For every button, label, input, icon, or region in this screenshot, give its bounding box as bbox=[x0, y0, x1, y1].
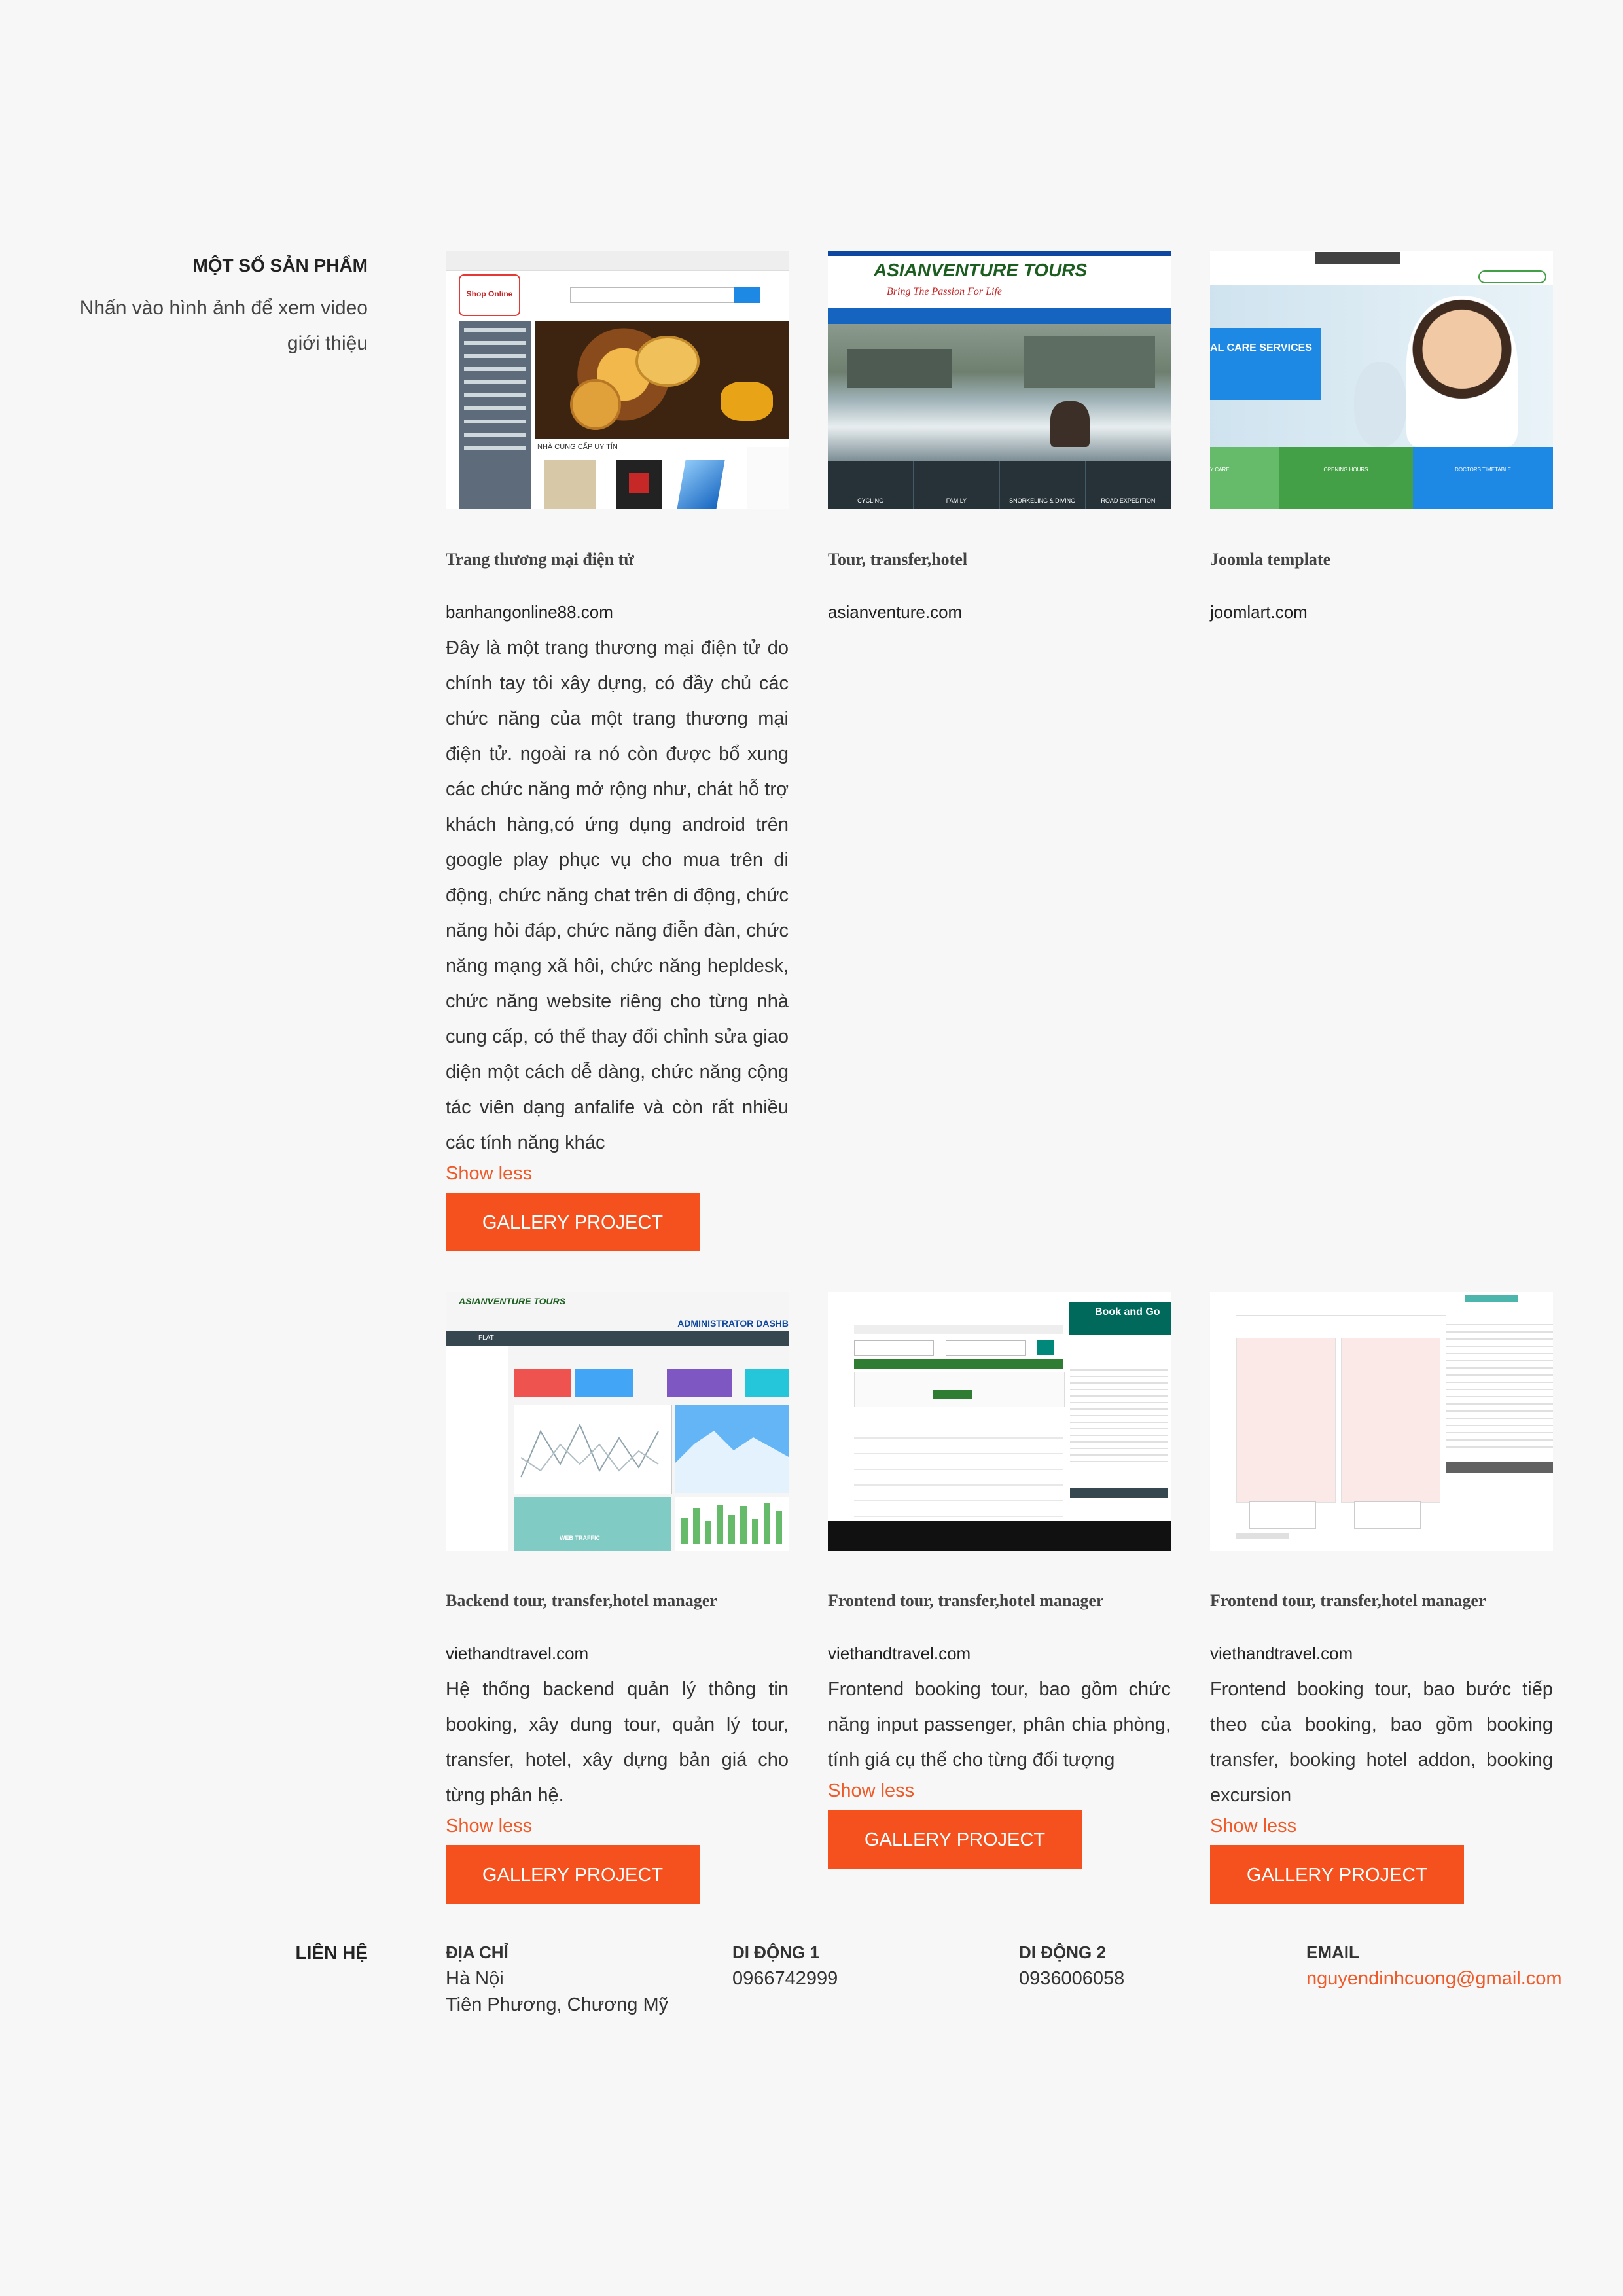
products-section-title: MỘT SỐ SẢN PHẨM bbox=[192, 255, 368, 276]
contact-mobile2: DI ĐỘNG 2 0936006058 bbox=[1019, 1943, 1281, 1992]
product-site: banhangonline88.com bbox=[446, 602, 613, 622]
contact-address: ĐỊA CHỈ Hà Nội Tiên Phương, Chương Mỹ bbox=[446, 1943, 721, 2018]
product-title: Tour, transfer,hotel bbox=[828, 550, 968, 569]
product-title: Frontend tour, transfer,hotel manager bbox=[1210, 1591, 1486, 1610]
admin-dashboard-heading: ADMINISTRATOR DASHB bbox=[677, 1318, 789, 1329]
thumb-tab-road: ROAD EXPEDITION bbox=[1101, 497, 1156, 504]
gallery-project-button[interactable]: GALLERY PROJECT bbox=[446, 1845, 700, 1904]
opening-hours-panel: OPENING HOURS bbox=[1279, 447, 1413, 509]
product-site: viethandtravel.com bbox=[828, 1643, 971, 1663]
product-title: Backend tour, transfer,hotel manager bbox=[446, 1591, 717, 1610]
backend-logo: ASIANVENTURE TOURS bbox=[459, 1296, 566, 1306]
show-less-link[interactable]: Show less bbox=[1210, 1816, 1553, 1837]
book-and-go-logo: Book and Go bbox=[1069, 1302, 1171, 1335]
product-card-asianventure: ASIANVENTURE TOURS Bring The Passion For… bbox=[828, 251, 1171, 622]
product-thumbnail-ecommerce[interactable]: Shop Online NHÀ CUNG CẤP UY TÍN bbox=[446, 251, 789, 509]
mobile2-value[interactable]: 0936006058 bbox=[1019, 1965, 1281, 1992]
show-less-link[interactable]: Show less bbox=[446, 1816, 789, 1837]
product-card-frontend-booking: Book and Go Frontend tour, transfer,hote… bbox=[828, 1292, 1171, 1869]
care-services-heading: AL CARE SERVICES bbox=[1210, 342, 1312, 353]
email-link[interactable]: nguyendinhcuong@gmail.com bbox=[1306, 1965, 1607, 1992]
product-site: joomlart.com bbox=[1210, 602, 1308, 622]
thumb-tab-cycling: CYCLING bbox=[828, 461, 914, 509]
product-card-joomla: AL CARE SERVICES Y CARE OPENING HOURS DO… bbox=[1210, 251, 1553, 622]
web-traffic-tile: WEB TRAFFIC bbox=[514, 1497, 671, 1551]
supplier-label: NHÀ CUNG CẤP UY TÍN bbox=[537, 443, 618, 451]
mobile1-label: DI ĐỘNG 1 bbox=[732, 1943, 819, 1962]
product-description: Hệ thống backend quản lý thông tin booki… bbox=[446, 1679, 789, 1806]
doctors-timetable-panel: DOCTORS TIMETABLE bbox=[1413, 447, 1553, 509]
asianventure-logo: ASIANVENTURE TOURS bbox=[874, 260, 1088, 280]
show-less-link[interactable]: Show less bbox=[446, 1163, 789, 1185]
product-thumbnail-asianventure[interactable]: ASIANVENTURE TOURS Bring The Passion For… bbox=[828, 251, 1171, 509]
address-line2: Tiên Phương, Chương Mỹ bbox=[446, 1994, 669, 2015]
product-description: Frontend booking tour, bao gồm chức năng… bbox=[828, 1679, 1171, 1770]
email-label: EMAIL bbox=[1306, 1943, 1359, 1962]
product-title: Frontend tour, transfer,hotel manager bbox=[828, 1591, 1104, 1610]
product-card-backend: ASIANVENTURE TOURS ADMINISTRATOR DASHB F… bbox=[446, 1292, 789, 1904]
product-site: viethandtravel.com bbox=[446, 1643, 589, 1663]
product-description: Đây là một trang thương mại điện tử do c… bbox=[446, 637, 789, 1153]
product-thumbnail-backend[interactable]: ASIANVENTURE TOURS ADMINISTRATOR DASHB F… bbox=[446, 1292, 789, 1551]
y-care-panel: Y CARE bbox=[1210, 447, 1279, 509]
mobile2-label: DI ĐỘNG 2 bbox=[1019, 1943, 1106, 1962]
product-card-ecommerce: Shop Online NHÀ CUNG CẤP UY TÍN Trang th… bbox=[446, 251, 789, 1251]
contact-email: EMAIL nguyendinhcuong@gmail.com bbox=[1306, 1943, 1607, 1992]
product-title: Joomla template bbox=[1210, 550, 1331, 569]
address-label: ĐỊA CHỈ bbox=[446, 1943, 508, 1962]
gallery-project-button[interactable]: GALLERY PROJECT bbox=[1210, 1845, 1464, 1904]
flat-bar: FLAT bbox=[446, 1331, 789, 1346]
product-thumbnail-frontend-addon[interactable] bbox=[1210, 1292, 1553, 1551]
product-title: Trang thương mại điện tử bbox=[446, 550, 634, 569]
thumb-tab-snorkeling: SNORKELING & DIVING bbox=[1000, 461, 1086, 509]
shop-logo: Shop Online bbox=[459, 274, 520, 316]
gallery-project-button[interactable]: GALLERY PROJECT bbox=[828, 1810, 1082, 1869]
contact-mobile1: DI ĐỘNG 1 0966742999 bbox=[732, 1943, 994, 1992]
thumb-tab-family: FAMILY bbox=[914, 461, 1000, 509]
product-description: Frontend booking tour, bao bước tiếp the… bbox=[1210, 1679, 1553, 1806]
mobile1-value[interactable]: 0966742999 bbox=[732, 1965, 994, 1992]
gallery-project-button[interactable]: GALLERY PROJECT bbox=[446, 1193, 700, 1251]
product-card-frontend-addon: Frontend tour, transfer,hotel manager vi… bbox=[1210, 1292, 1553, 1904]
product-site: asianventure.com bbox=[828, 602, 963, 622]
address-line1: Hà Nội bbox=[446, 1968, 504, 1989]
asianventure-slogan: Bring The Passion For Life bbox=[887, 286, 1003, 297]
contact-section-title: LIÊN HỆ bbox=[295, 1943, 368, 1963]
product-thumbnail-joomla[interactable]: AL CARE SERVICES Y CARE OPENING HOURS DO… bbox=[1210, 251, 1553, 509]
show-less-link[interactable]: Show less bbox=[828, 1780, 1171, 1802]
product-site: viethandtravel.com bbox=[1210, 1643, 1353, 1663]
product-thumbnail-frontend-booking[interactable]: Book and Go bbox=[828, 1292, 1171, 1551]
products-section-subtitle: Nhấn vào hình ảnh để xem video giới thiệ… bbox=[79, 297, 368, 354]
